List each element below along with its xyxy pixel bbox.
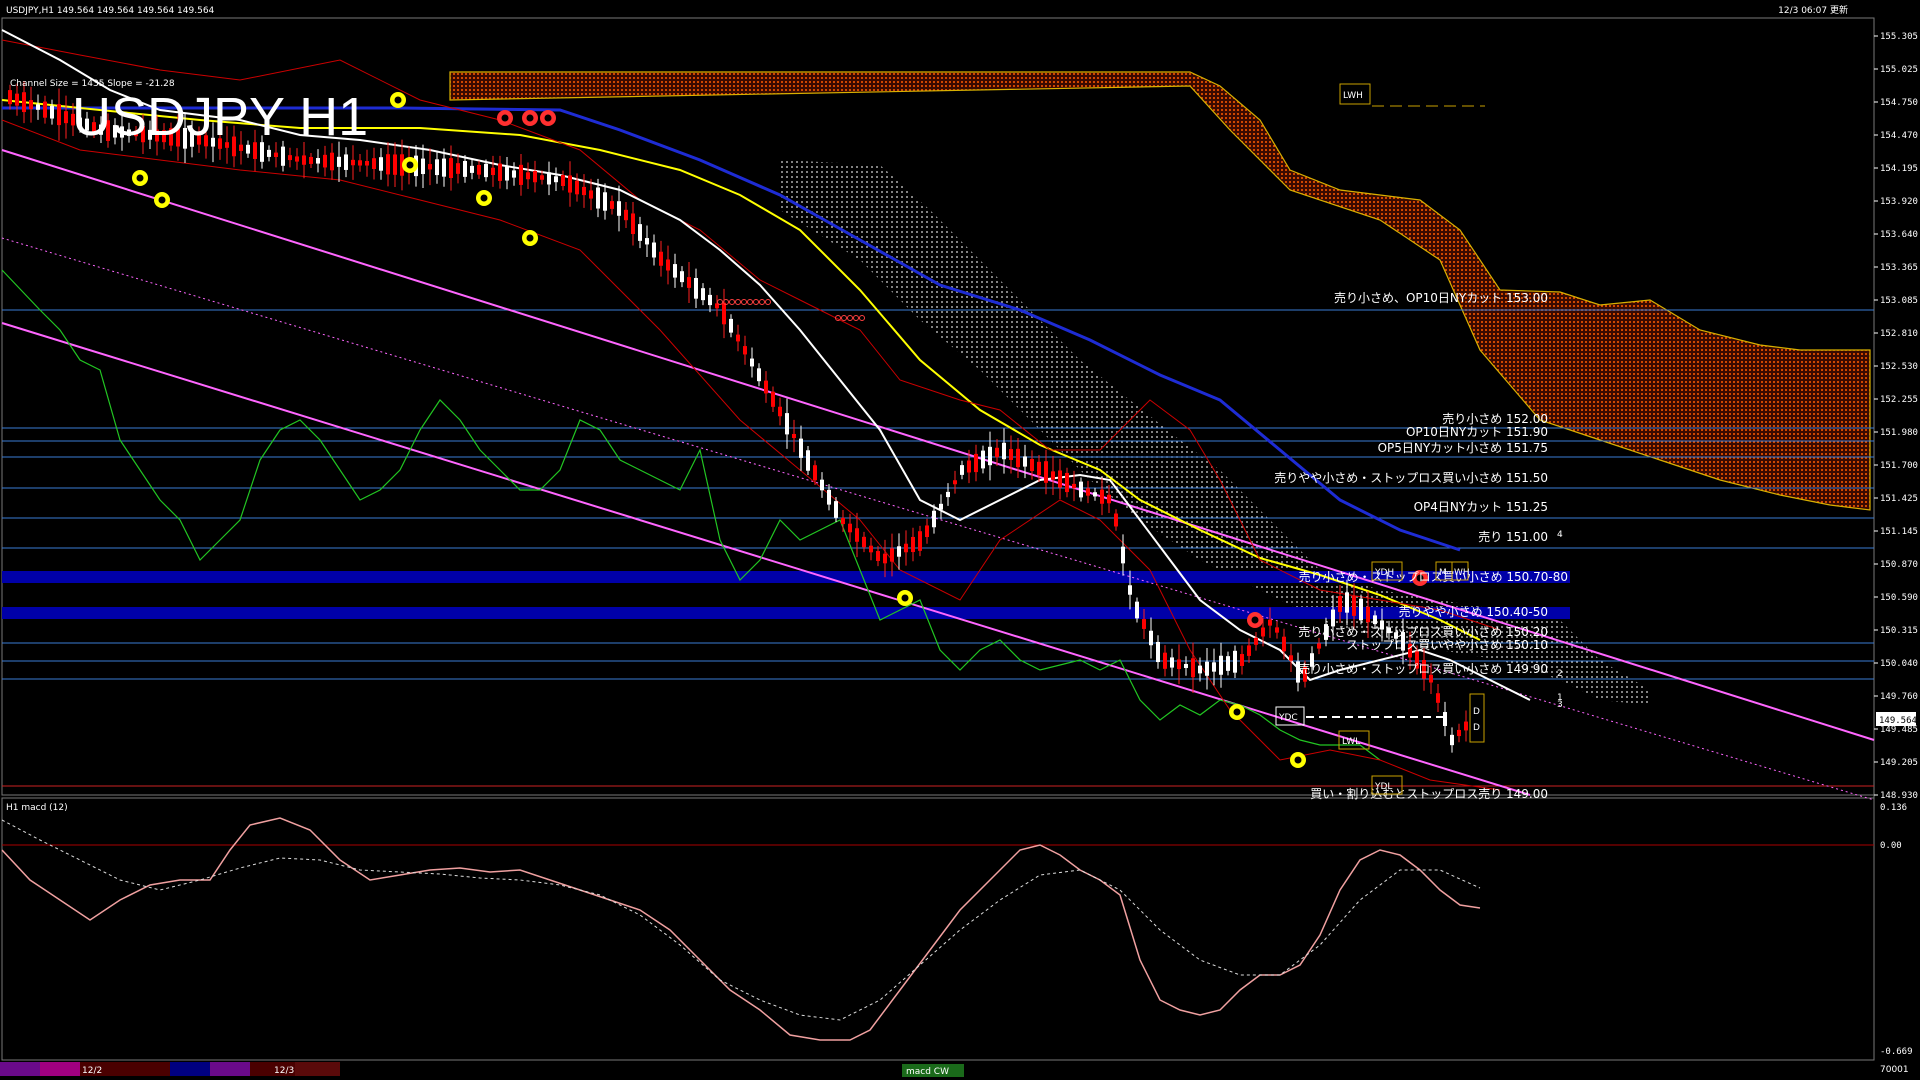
price-tick: 151.145: [1880, 527, 1918, 537]
lwh-marker: LWH: [1343, 91, 1363, 101]
current-price-label: 149.564: [1879, 716, 1917, 726]
macd-tick-bottom: -0.669: [1880, 1047, 1913, 1057]
channel-indicator-note: Channel Size = 1435 Slope = -21.28: [10, 79, 175, 89]
price-tick: 152.255: [1880, 395, 1918, 405]
price-tick: 150.040: [1880, 659, 1918, 669]
level-label-150-20: 売り小さめ・ストップロス買い小さめ 150.20: [1298, 624, 1548, 639]
price-tick: 150.590: [1880, 593, 1918, 603]
level-label-151-75: OP5日NYカット小さめ 151.75: [1378, 441, 1548, 455]
macd-tick-top: 0.136: [1880, 803, 1907, 813]
level-label-151-25: OP4日NYカット 151.25: [1414, 500, 1548, 514]
projection-4: 4: [1557, 530, 1563, 540]
update-time: 12/3 06:07 更新: [1778, 4, 1848, 16]
price-tick: 153.920: [1880, 197, 1918, 207]
date-label-12-3: 12/3: [274, 1066, 294, 1076]
projection-3: 3: [1557, 700, 1563, 710]
d-marker-1: D: [1473, 707, 1480, 717]
price-tick: 149.760: [1880, 692, 1918, 702]
level-label-151-90: OP10日NYカット 151.90: [1406, 425, 1548, 439]
wh-marker: WH: [1454, 568, 1470, 578]
level-label-150-10: ストップロス買いやや小さめ 150.10: [1346, 638, 1548, 652]
price-tick: 153.365: [1880, 263, 1918, 273]
price-tick: 148.930: [1880, 791, 1918, 801]
ydl-marker: YDL: [1374, 782, 1392, 792]
price-tick: 153.085: [1880, 296, 1918, 306]
level-label-151-00: 売り 151.00: [1478, 529, 1548, 544]
window-background: [0, 0, 1920, 1080]
price-tick: 155.025: [1880, 65, 1918, 75]
ydh-marker: YDH: [1374, 568, 1394, 578]
chart-window[interactable]: USDJPY,H1 149.564 149.564 149.564 149.56…: [0, 0, 1920, 1080]
symbol-info: USDJPY,H1 149.564 149.564 149.564 149.56…: [6, 6, 215, 16]
price-tick: 150.870: [1880, 560, 1918, 570]
macd-tick-zero: 0.00: [1880, 841, 1902, 851]
price-tick: 151.425: [1880, 494, 1918, 504]
d-marker-2: D: [1473, 723, 1480, 733]
lwl-marker: LWL: [1342, 737, 1360, 747]
scroll-label: macd CW: [906, 1067, 949, 1077]
level-label-149-00: 買い・割り込むとストップロス売り 149.00: [1310, 786, 1548, 801]
level-label-149-90: 売り小さめ・ストップロス買い小さめ 149.90: [1298, 661, 1548, 676]
price-tick: 153.640: [1880, 230, 1918, 240]
price-tick: 150.315: [1880, 626, 1918, 636]
date-label-12-2: 12/2: [82, 1066, 102, 1076]
price-tick: 152.810: [1880, 329, 1918, 339]
level-label-150-40: 売りやや小さめ 150.40-50: [1399, 604, 1548, 619]
price-tick: 151.700: [1880, 461, 1918, 471]
m-marker: M: [1439, 568, 1447, 578]
macd-title: H1 macd (12): [6, 803, 68, 813]
price-tick: 154.195: [1880, 164, 1918, 174]
ydc-marker: YDC: [1278, 713, 1298, 723]
price-tick: 149.485: [1880, 725, 1918, 735]
chart-big-title: USDJPY H1: [72, 87, 368, 147]
price-tick: 154.470: [1880, 131, 1918, 141]
price-tick: 152.530: [1880, 362, 1918, 372]
bottom-right-label: 70001: [1880, 1065, 1909, 1075]
projection-2: 2: [1557, 669, 1563, 679]
level-label-150-70: 売り小さめ・ストップロス買い小さめ 150.70-80: [1299, 569, 1568, 584]
level-label-151-50: 売りやや小さめ・ストップロス買い小さめ 151.50: [1274, 470, 1548, 485]
price-tick: 155.305: [1880, 32, 1918, 42]
price-tick: 149.205: [1880, 758, 1918, 768]
price-tick: 154.750: [1880, 98, 1918, 108]
level-label-152-00: 売り小さめ 152.00: [1442, 411, 1548, 426]
level-label-153-00: 売り小さめ、OP10日NYカット 153.00: [1334, 290, 1548, 305]
price-tick: 151.980: [1880, 428, 1918, 438]
